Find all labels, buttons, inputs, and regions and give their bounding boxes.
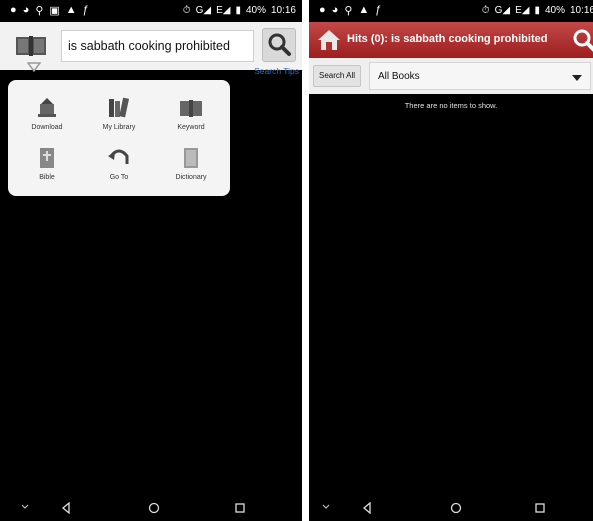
go-to-icon — [108, 149, 129, 164]
status-bar: ● ◕ ⚲ ▣ ▲ ƒ ⏱ G◢ E◢ ▮ 40% 10:16 — [0, 0, 302, 22]
search-button[interactable] — [262, 28, 296, 62]
keyword-icon — [180, 100, 202, 117]
clock: 10:16 — [569, 5, 593, 16]
alarm-icon: ⏱ — [182, 5, 191, 16]
results-header: Hits (0): is sabbath cooking prohibited — [309, 22, 593, 58]
back-icon[interactable] — [60, 502, 72, 514]
bible-icon — [40, 148, 54, 168]
facebook-icon: ƒ — [375, 4, 382, 16]
messenger-icon: ● — [319, 4, 326, 16]
chevron-down-icon[interactable] — [20, 502, 30, 512]
search-bar: is sabbath cooking prohibited — [0, 22, 302, 70]
clock: 10:16 — [270, 5, 296, 16]
left-screen: ● ◕ ⚲ ▣ ▲ ƒ ⏱ G◢ E◢ ▮ 40% 10:16 is sabba… — [0, 0, 302, 521]
signal-icon: G◢ — [494, 5, 511, 16]
notification-icons: ● ◕ ⚲ ▲ ƒ — [319, 4, 381, 17]
menu-item-label: Bible — [39, 174, 55, 181]
menu-item-go-to[interactable]: Go To — [82, 146, 156, 196]
system-status: ⏱ G◢ E◢ ▮ 40% 10:16 — [183, 5, 296, 16]
messenger-icon: ● — [10, 4, 17, 16]
menu-item-label: Download — [31, 124, 63, 131]
signal-e-icon: E◢ — [216, 5, 231, 16]
magnifier-icon — [268, 33, 291, 56]
back-icon[interactable] — [361, 502, 373, 514]
image-icon: ▣ — [49, 5, 60, 17]
status-bar: ● ◕ ⚲ ▲ ƒ ⏱ G◢ E◢ ▮ 40% 10:16 — [309, 0, 593, 22]
warning-icon: ▲ — [65, 4, 77, 16]
recents-icon[interactable] — [234, 502, 246, 514]
home-nav-icon[interactable] — [148, 502, 160, 514]
signal-e-icon: E◢ — [515, 5, 530, 16]
menu-item-label: My Library — [102, 124, 136, 131]
battery-icon: ▮ — [235, 5, 241, 16]
quick-menu: Download My Library Keyword Bible Go To … — [8, 80, 230, 196]
facebook-icon: ƒ — [82, 4, 89, 16]
book-filter-select[interactable]: All Books — [369, 62, 591, 90]
usb-icon: ⚲ — [344, 5, 353, 17]
warning-icon: ▲ — [358, 4, 370, 16]
search-input[interactable]: is sabbath cooking prohibited — [61, 30, 254, 62]
app-icon: ◕ — [22, 4, 30, 16]
chevron-down-icon[interactable] — [321, 502, 331, 512]
menu-item-bible[interactable]: Bible — [10, 146, 84, 196]
navigation-bar — [309, 495, 593, 521]
battery-percent: 40% — [544, 5, 565, 16]
signal-icon: G◢ — [195, 5, 212, 16]
menu-item-label: Go To — [109, 174, 129, 181]
menu-item-dictionary[interactable]: Dictionary — [154, 146, 228, 196]
search-tips-link[interactable]: Search Tips — [254, 66, 299, 76]
filter-bar: Search All All Books — [309, 58, 593, 94]
menu-item-download[interactable]: Download — [10, 96, 84, 146]
right-screen: ● ◕ ⚲ ▲ ƒ ⏱ G◢ E◢ ▮ 40% 10:16 Hits (0): … — [309, 0, 593, 521]
dictionary-icon — [184, 148, 198, 168]
navigation-bar — [0, 495, 302, 521]
battery-percent: 40% — [245, 5, 266, 16]
menu-item-my-library[interactable]: My Library — [82, 96, 156, 146]
menu-item-label: Dictionary — [175, 174, 207, 181]
alarm-icon: ⏱ — [481, 5, 490, 16]
notification-icons: ● ◕ ⚲ ▣ ▲ ƒ — [10, 4, 89, 17]
book-menu-icon[interactable] — [14, 32, 48, 60]
app-icon: ◕ — [331, 4, 339, 16]
system-status: ⏱ G◢ E◢ ▮ 40% 10:16 — [482, 5, 593, 16]
menu-toggle-arrow-icon[interactable] — [27, 61, 41, 73]
menu-item-keyword[interactable]: Keyword — [154, 96, 228, 146]
empty-state-message: There are no items to show. — [404, 101, 498, 110]
book-filter-value: All Books — [378, 71, 420, 82]
search-all-button[interactable]: Search All — [313, 65, 361, 87]
recents-icon[interactable] — [534, 502, 546, 514]
home-icon[interactable] — [317, 28, 341, 52]
battery-icon: ▮ — [534, 5, 540, 16]
library-icon — [109, 97, 130, 118]
search-icon[interactable] — [571, 27, 593, 53]
home-nav-icon[interactable] — [450, 502, 462, 514]
menu-item-label: Keyword — [177, 124, 205, 131]
results-title: Hits (0): is sabbath cooking prohibited — [347, 33, 548, 45]
caret-down-icon — [572, 75, 582, 81]
download-icon — [38, 98, 56, 117]
usb-icon: ⚲ — [35, 5, 44, 17]
